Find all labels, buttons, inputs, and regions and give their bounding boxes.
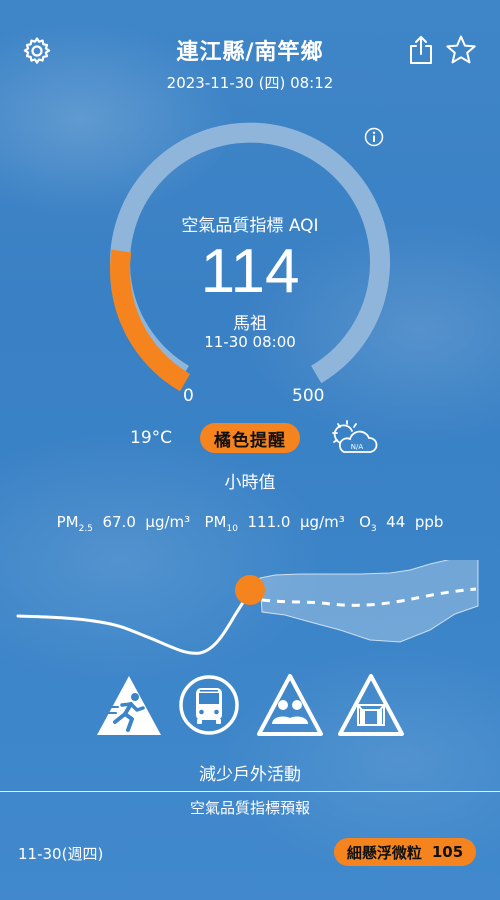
station-time: 11-30 08:00 bbox=[204, 333, 296, 351]
pm25-unit: µg/m³ bbox=[145, 513, 191, 531]
temperature: 19°C bbox=[130, 428, 173, 448]
info-button[interactable] bbox=[363, 126, 385, 148]
pm10-sub: 10 bbox=[226, 524, 238, 534]
forecast-badge-label: 細懸浮微粒 bbox=[346, 843, 422, 862]
info-icon bbox=[364, 127, 384, 147]
section-divider bbox=[0, 791, 500, 792]
value-type-label: 小時值 bbox=[224, 473, 276, 493]
weather-na-label: N/A bbox=[351, 443, 364, 451]
health-advice: 減少戶外活動 bbox=[199, 765, 301, 785]
gauge-max-label: 500 bbox=[292, 386, 325, 406]
forecast-badge-value: 105 bbox=[431, 843, 464, 861]
gauge-min-label: 0 bbox=[183, 386, 194, 406]
o3-reading: O3 44 ppb bbox=[359, 513, 444, 534]
running-warning-icon bbox=[97, 676, 161, 735]
forecast-pollutant-badge[interactable]: 細懸浮微粒 105 bbox=[334, 838, 476, 866]
pm25-value: 67.0 bbox=[102, 513, 136, 531]
aqi-trend-graph[interactable] bbox=[0, 560, 500, 660]
station-name: 馬祖 bbox=[233, 314, 267, 334]
history-line bbox=[16, 589, 252, 655]
aqi-value: 114 bbox=[200, 237, 300, 306]
activity-icon-row bbox=[0, 672, 500, 742]
o3-name: O bbox=[359, 513, 371, 531]
pm10-name: PM bbox=[204, 513, 227, 531]
weather-indicator: N/A bbox=[330, 418, 380, 460]
bus-icon bbox=[179, 675, 239, 735]
status-badge: 橘色提醒 bbox=[200, 423, 300, 453]
current-point bbox=[235, 575, 265, 605]
o3-unit: ppb bbox=[414, 513, 444, 531]
o3-value: 44 bbox=[386, 513, 406, 531]
group-warning-icon bbox=[257, 674, 323, 736]
pm10-value: 111.0 bbox=[247, 513, 291, 531]
forecast-date: 11-30(週四) bbox=[18, 845, 104, 863]
pm25-name: PM bbox=[56, 513, 79, 531]
pollutant-readings: PM2.5 67.0 µg/m³ PM10 111.0 µg/m³ O3 44 … bbox=[0, 513, 500, 534]
pm10-unit: µg/m³ bbox=[300, 513, 345, 531]
pm25-reading: PM2.5 67.0 µg/m³ bbox=[56, 513, 195, 534]
o3-sub: 3 bbox=[370, 524, 377, 534]
window-warning-icon bbox=[338, 674, 404, 736]
partly-cloudy-icon: N/A bbox=[332, 420, 378, 453]
pm25-sub: 2.5 bbox=[78, 524, 93, 534]
forecast-title: 空氣品質指標預報 bbox=[189, 799, 310, 817]
pm10-reading: PM10 111.0 µg/m³ bbox=[204, 513, 350, 534]
